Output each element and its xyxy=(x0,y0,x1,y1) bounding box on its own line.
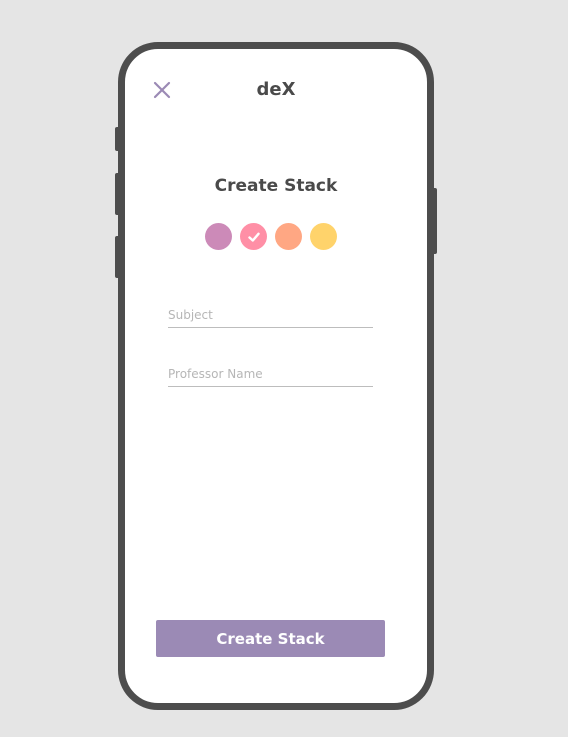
phone-screen: deX Create Stack Create Stack xyxy=(118,42,434,710)
color-picker xyxy=(205,223,337,250)
subject-input[interactable] xyxy=(168,302,373,328)
app-title: deX xyxy=(256,79,296,100)
page-title: Create Stack xyxy=(214,176,338,196)
color-swatch-peach[interactable] xyxy=(275,223,302,250)
create-stack-button[interactable]: Create Stack xyxy=(156,620,385,657)
color-swatch-purple[interactable] xyxy=(205,223,232,250)
check-icon xyxy=(247,232,260,242)
color-swatch-yellow[interactable] xyxy=(310,223,337,250)
professor-name-input[interactable] xyxy=(168,361,373,387)
color-swatch-pink[interactable] xyxy=(240,223,267,250)
